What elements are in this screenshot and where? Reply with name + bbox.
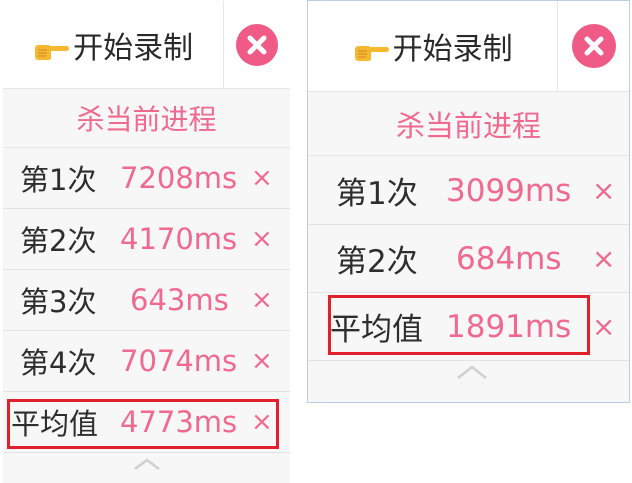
result-row: 第2次 684ms ×: [308, 225, 629, 293]
close-circle-icon: [571, 24, 616, 68]
result-row: 第1次 3099ms ×: [308, 157, 629, 225]
chevron-up-icon[interactable]: [132, 457, 162, 471]
average-highlight-box: [7, 399, 279, 449]
close-circle-icon: [236, 23, 279, 66]
delete-row-button[interactable]: ×: [251, 346, 273, 376]
screenshot-stage: 开始录制 杀当前进程 第1次 7208ms × 第2次 4170ms × 第3次…: [0, 0, 632, 483]
delete-row-button[interactable]: ×: [592, 174, 615, 207]
recorder-header: 开始录制: [308, 1, 629, 92]
kill-process-label: 杀当前进程: [395, 108, 541, 143]
pointing-hand-icon: [33, 34, 71, 60]
chevron-up-icon[interactable]: [455, 364, 489, 380]
kill-process-button[interactable]: 杀当前进程: [308, 92, 629, 156]
run-duration: 4170ms: [120, 222, 238, 256]
start-recording-label: 开始录制: [392, 32, 513, 67]
delete-row-button[interactable]: ×: [251, 224, 273, 254]
kill-process-button[interactable]: 杀当前进程: [3, 89, 290, 148]
result-row: 第3次 643ms ×: [3, 270, 290, 331]
run-label: 第2次: [336, 244, 418, 280]
run-label: 第2次: [20, 224, 97, 258]
run-label: 第1次: [20, 163, 97, 197]
run-duration: 684ms: [456, 240, 562, 277]
run-label: 第3次: [20, 285, 97, 319]
pointing-hand-icon: [353, 35, 391, 61]
start-recording-label: 开始录制: [73, 30, 194, 66]
close-button[interactable]: [558, 1, 629, 91]
recorder-header: 开始录制: [3, 1, 290, 89]
run-duration: 3099ms: [446, 172, 572, 209]
run-label: 第1次: [336, 176, 418, 212]
average-highlight-box: [328, 295, 590, 355]
run-duration: 643ms: [130, 283, 229, 317]
right-recorder-panel: 开始录制 杀当前进程 第1次 3099ms × 第2次 684ms × 平均值 …: [307, 0, 630, 403]
left-recorder-panel: 开始录制 杀当前进程 第1次 7208ms × 第2次 4170ms × 第3次…: [3, 1, 290, 483]
close-button[interactable]: [224, 1, 290, 88]
kill-process-label: 杀当前进程: [76, 103, 217, 136]
start-recording-button[interactable]: 开始录制: [308, 1, 559, 91]
delete-row-button[interactable]: ×: [592, 310, 615, 343]
result-row: 第2次 4170ms ×: [3, 209, 290, 270]
run-label: 第4次: [20, 346, 97, 380]
delete-row-button[interactable]: ×: [251, 285, 273, 315]
start-recording-button[interactable]: 开始录制: [3, 1, 225, 88]
run-duration: 7074ms: [120, 344, 238, 378]
delete-row-button[interactable]: ×: [592, 242, 615, 275]
result-row: 第4次 7074ms ×: [3, 331, 290, 392]
result-row: 第1次 7208ms ×: [3, 148, 290, 209]
delete-row-button[interactable]: ×: [251, 163, 273, 193]
run-duration: 7208ms: [120, 161, 238, 195]
